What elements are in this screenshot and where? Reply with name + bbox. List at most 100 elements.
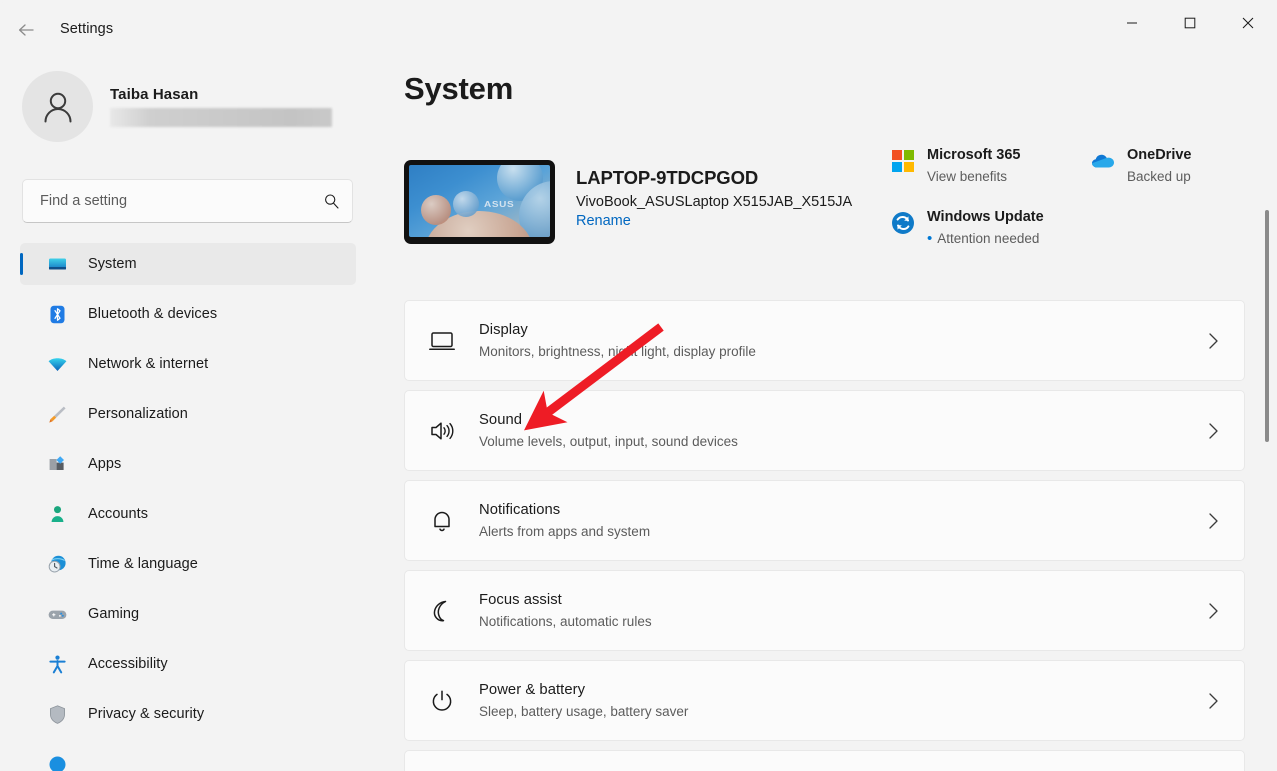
microsoft-logo-icon [890, 148, 916, 174]
bell-icon [427, 506, 457, 536]
device-wallpaper: ASUS [409, 165, 550, 237]
card-text: Power & battery Sleep, battery usage, ba… [479, 680, 1206, 721]
sidebar-item-network-internet[interactable]: Network & internet [20, 343, 356, 385]
close-button[interactable] [1219, 0, 1277, 46]
back-button[interactable] [8, 13, 44, 47]
card-title: Notifications [479, 502, 561, 518]
device-thumbnail: ASUS [404, 160, 555, 244]
card-title: Power & battery [479, 682, 586, 698]
sidebar-item-gaming[interactable]: Gaming [20, 593, 356, 635]
account-email-redacted [110, 108, 332, 127]
settings-window: Settings Taiba Hasan Find a setting Syst… [0, 0, 1277, 771]
power-icon [427, 686, 457, 716]
quick-tile-title: Microsoft 365 [927, 147, 1021, 163]
account-block[interactable]: Taiba Hasan [22, 71, 332, 142]
quick-tile-subtitle: Attention needed [927, 229, 1044, 249]
device-info: LAPTOP-9TDCPGOD VivoBook_ASUSLaptop X515… [576, 167, 852, 230]
quick-tile-onedrive[interactable]: OneDrive Backed up [1090, 145, 1191, 187]
display-monitor-icon [427, 326, 457, 356]
apps-icon [46, 453, 68, 475]
card-text: Sound Volume levels, output, input, soun… [479, 410, 1206, 451]
wifi-icon [46, 353, 68, 375]
search-icon [323, 193, 340, 210]
sidebar-item-privacy-security[interactable]: Privacy & security [20, 693, 356, 735]
update-sync-icon [46, 753, 68, 771]
quick-tiles-row-1: Microsoft 365 View benefits OneDrive Bac… [890, 145, 1270, 187]
sidebar-item-accounts[interactable]: Accounts [20, 493, 356, 535]
quick-tile-microsoft-365[interactable]: Microsoft 365 View benefits [890, 145, 1090, 187]
clock-globe-icon [46, 553, 68, 575]
minimize-icon [1127, 22, 1137, 24]
card-subtitle: Alerts from apps and system [479, 524, 651, 539]
sidebar-item-system[interactable]: System [20, 243, 356, 285]
search-container [22, 179, 353, 223]
card-subtitle: Notifications, automatic rules [479, 614, 652, 629]
monitor-icon [46, 253, 68, 275]
sidebar-item-accessibility[interactable]: Accessibility [20, 643, 356, 685]
settings-card-power-battery[interactable]: Power & battery Sleep, battery usage, ba… [404, 660, 1245, 741]
card-subtitle: Monitors, brightness, night light, displ… [479, 344, 756, 359]
bluetooth-icon [46, 303, 68, 325]
chevron-right-icon[interactable] [1206, 331, 1220, 351]
quick-tile-subtitle: View benefits [927, 169, 1008, 184]
sidebar-item-label: Accessibility [88, 656, 168, 672]
accessibility-icon [46, 653, 68, 675]
search-box[interactable] [22, 179, 353, 223]
main-content: System ASUS LAPTOP-9TDCPGOD VivoBook_ASU… [372, 55, 1277, 771]
speaker-icon [427, 416, 457, 446]
back-arrow-icon [18, 24, 34, 36]
quick-tile-title: OneDrive [1127, 147, 1192, 163]
card-title: Sound [479, 412, 523, 428]
quick-tile-subtitle: Backed up [1127, 169, 1191, 184]
gamepad-icon [46, 603, 68, 625]
sidebar-item-label: System [88, 256, 137, 272]
onedrive-cloud-icon [1090, 148, 1116, 174]
close-icon [1242, 17, 1254, 29]
sidebar-item-bluetooth-devices[interactable]: Bluetooth & devices [20, 293, 356, 335]
moon-icon [427, 596, 457, 626]
page-title: System [404, 71, 514, 106]
window-controls [1103, 0, 1277, 46]
chevron-right-icon[interactable] [1206, 601, 1220, 621]
sidebar-item-label: Apps [88, 456, 122, 472]
avatar [22, 71, 93, 142]
scrollbar-thumb[interactable] [1265, 210, 1269, 442]
card-text: Notifications Alerts from apps and syste… [479, 500, 1206, 541]
sidebar-item-label: Accounts [88, 506, 149, 522]
quick-tiles: Microsoft 365 View benefits OneDrive Bac… [890, 145, 1270, 249]
sidebar-item-label: Bluetooth & devices [88, 306, 218, 322]
maximize-icon [1184, 17, 1196, 29]
device-name: LAPTOP-9TDCPGOD [576, 167, 759, 188]
settings-card-sound[interactable]: Sound Volume levels, output, input, soun… [404, 390, 1245, 471]
content-scrollbar[interactable] [1260, 155, 1274, 771]
asus-logo-icon: ASUS [483, 200, 515, 209]
account-name: Taiba Hasan [110, 86, 199, 103]
card-title: Display [479, 322, 528, 338]
person-icon [46, 503, 68, 525]
settings-card-focus-assist[interactable]: Focus assist Notifications, automatic ru… [404, 570, 1245, 651]
chevron-right-icon[interactable] [1206, 691, 1220, 711]
maximize-button[interactable] [1161, 0, 1219, 46]
app-title: Settings [60, 21, 114, 37]
sidebar-item-label: Privacy & security [88, 706, 205, 722]
sidebar-item-windows-update-partial[interactable] [20, 743, 356, 771]
account-text: Taiba Hasan [110, 86, 332, 127]
quick-tiles-row-2: Windows Update Attention needed [890, 207, 1270, 249]
chevron-right-icon[interactable] [1206, 511, 1220, 531]
rename-link[interactable]: Rename [576, 213, 631, 229]
card-text: Display Monitors, brightness, night ligh… [479, 320, 1206, 361]
minimize-button[interactable] [1103, 0, 1161, 46]
settings-card-next-partial[interactable] [404, 750, 1245, 771]
sidebar-item-apps[interactable]: Apps [20, 443, 356, 485]
sidebar-item-personalization[interactable]: Personalization [20, 393, 356, 435]
sidebar-item-label: Personalization [88, 406, 188, 422]
quick-tile-windows-update[interactable]: Windows Update Attention needed [890, 207, 1044, 249]
settings-card-display[interactable]: Display Monitors, brightness, night ligh… [404, 300, 1245, 381]
settings-card-notifications[interactable]: Notifications Alerts from apps and syste… [404, 480, 1245, 561]
chevron-right-icon[interactable] [1206, 421, 1220, 441]
sidebar-item-time-language[interactable]: Time & language [20, 543, 356, 585]
sidebar-item-label: Gaming [88, 606, 140, 622]
search-input[interactable] [40, 193, 323, 209]
device-model: VivoBook_ASUSLaptop X515JAB_X515JA [576, 194, 853, 210]
title-bar: Settings [0, 0, 1277, 60]
